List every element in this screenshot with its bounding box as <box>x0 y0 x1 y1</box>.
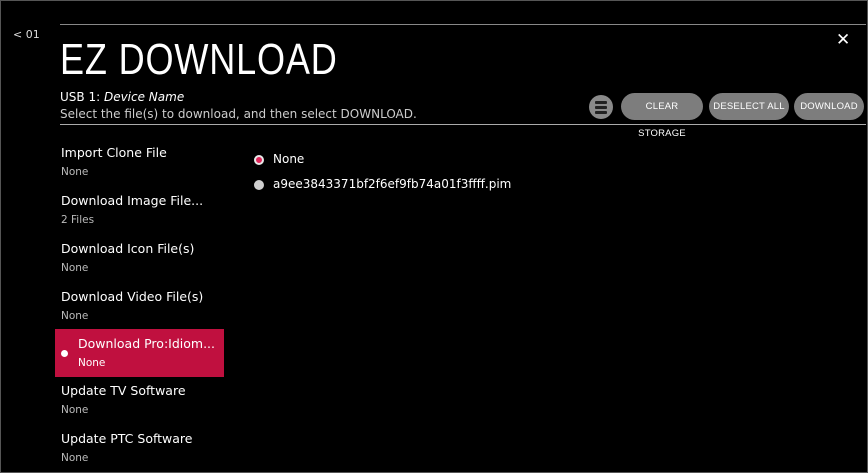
file-option-label: None <box>273 152 305 166</box>
sidebar-item-download-image-file[interactable]: Download Image File... 2 Files <box>55 186 224 234</box>
instruction-text: Select the file(s) to download, and then… <box>60 107 417 121</box>
sidebar-item-value: None <box>61 310 89 322</box>
selected-indicator-icon <box>61 350 68 357</box>
sidebar-item-label: Download Icon File(s) <box>61 241 195 256</box>
storage-icon-bar <box>595 106 607 109</box>
radio-unchecked-icon <box>254 180 264 190</box>
sidebar-item-value: None <box>61 404 89 416</box>
sidebar-item-label: Download Pro:Idiom... <box>78 336 215 351</box>
sidebar-item-label: Update PTC Software <box>61 431 193 446</box>
deselect-all-button[interactable]: DESELECT ALL <box>709 93 789 120</box>
file-option-label: a9ee3843371bf2f6ef9fb74a01f3ffff.pim <box>273 177 512 191</box>
clear-storage-button[interactable]: CLEAR STORAGE <box>621 93 703 139</box>
sidebar-item-import-clone-file[interactable]: Import Clone File None <box>55 138 224 186</box>
sidebar-item-download-video-files[interactable]: Download Video File(s) None <box>55 282 224 330</box>
sidebar-item-value: None <box>61 166 89 178</box>
sidebar-item-value: None <box>61 452 89 464</box>
download-button[interactable]: DOWNLOAD <box>794 93 864 120</box>
title-top-line <box>60 24 866 25</box>
sidebar-item-update-ptc-software[interactable]: Update PTC Software None <box>55 424 224 472</box>
sidebar-item-value: None <box>78 357 106 369</box>
sidebar-item-value: 2 Files <box>61 214 95 226</box>
close-button[interactable]: ✕ <box>836 30 850 50</box>
header-divider <box>60 124 866 125</box>
sidebar-item-label: Update TV Software <box>61 383 186 398</box>
back-button[interactable]: < 01 <box>13 28 40 41</box>
device-name: Device Name <box>103 90 185 104</box>
storage-icon-bar <box>595 111 607 114</box>
radio-checked-icon <box>254 155 264 165</box>
storage-icon[interactable] <box>589 95 613 119</box>
sidebar-item-download-pro-idiom[interactable]: Download Pro:Idiom... None <box>55 329 224 377</box>
sidebar-item-label: Download Video File(s) <box>61 289 204 304</box>
device-label: USB 1: Device Name <box>60 90 184 104</box>
sidebar-item-label: Import Clone File <box>61 145 167 160</box>
sidebar-item-update-tv-software[interactable]: Update TV Software None <box>55 376 224 424</box>
device-prefix: USB 1: <box>60 90 104 104</box>
sidebar-item-value: None <box>61 262 89 274</box>
sidebar-item-download-icon-files[interactable]: Download Icon File(s) None <box>55 234 224 282</box>
sidebar-item-label: Download Image File... <box>61 193 204 208</box>
storage-icon-bar <box>595 101 607 104</box>
page-title: EZ DOWNLOAD <box>60 35 338 84</box>
